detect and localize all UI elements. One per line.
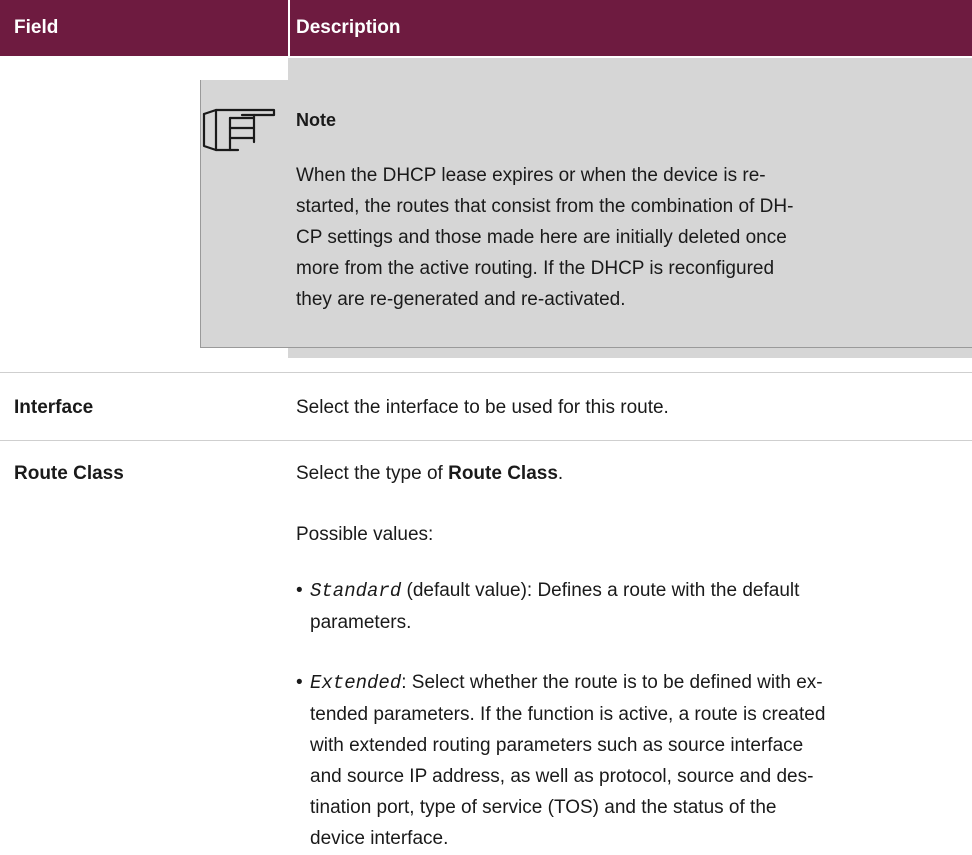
note-text: When the DHCP lease expires or when the … [296, 160, 916, 315]
possible-values-label: Possible values: [296, 524, 434, 545]
header-separator [288, 0, 290, 56]
row-divider [0, 440, 972, 441]
standard-term: Standard [310, 580, 402, 602]
note-line: they are re-generated and re-activated. [296, 289, 626, 310]
field-column-header: Field [14, 17, 59, 38]
note-title: Note [296, 110, 336, 130]
row-divider [0, 372, 972, 373]
note-bottom-spacer [288, 348, 972, 358]
extended-term: Extended [310, 672, 402, 694]
interface-field-label: Interface [14, 397, 94, 418]
note-line: more from the active routing. If the DHC… [296, 258, 775, 279]
interface-field-description: Select the interface to be used for this… [296, 397, 669, 418]
pointing-hand-icon [202, 108, 276, 152]
route-class-field-label: Route Class [14, 463, 124, 484]
note-line: CP settings and those made here are init… [296, 227, 787, 248]
note-line: started, the routes that consist from th… [296, 196, 794, 217]
note-top-spacer [288, 58, 972, 80]
description-column-header: Description [296, 17, 401, 38]
table-header: Field Description [0, 0, 972, 56]
route-class-intro: Select the type of Route Class. [296, 463, 564, 484]
note-border-left [200, 80, 201, 348]
note-line: When the DHCP lease expires or when the … [296, 165, 766, 186]
bullet-icon: • [296, 672, 303, 693]
bullet-icon: • [296, 580, 303, 601]
